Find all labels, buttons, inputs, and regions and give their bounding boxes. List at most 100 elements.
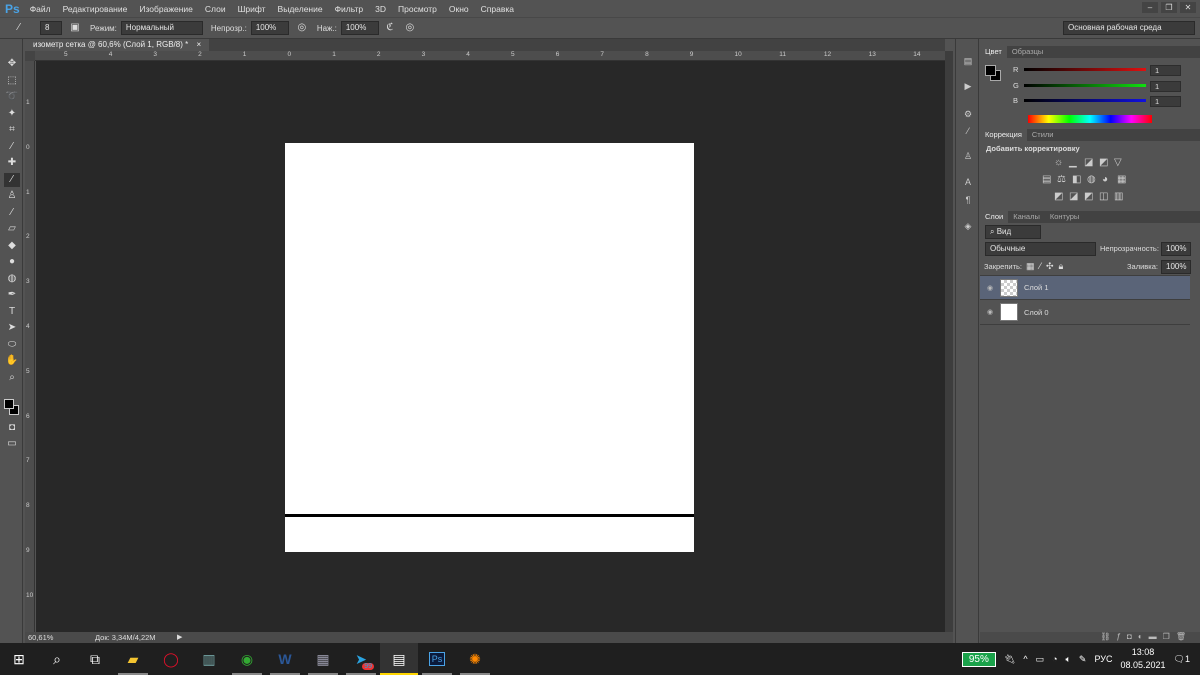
- color-balance-adjustment-icon[interactable]: ⚖: [1057, 174, 1066, 185]
- posterize-adjustment-icon[interactable]: ◪: [1069, 191, 1078, 202]
- crop-tool-icon[interactable]: ⌗: [4, 123, 20, 137]
- stamp-tool-icon[interactable]: ♙: [4, 189, 20, 203]
- telegram-icon[interactable]: ➤ 99: [342, 643, 380, 675]
- clone-source-icon[interactable]: ♙: [961, 151, 975, 163]
- layer-row[interactable]: ◉ Слой 0: [980, 301, 1190, 325]
- color-lookup-adjustment-icon[interactable]: ▦: [1117, 174, 1126, 185]
- channel-slider[interactable]: [1024, 83, 1146, 87]
- tab-styles[interactable]: Стили: [1027, 129, 1059, 141]
- brush-panel-icon[interactable]: ▣: [68, 21, 82, 35]
- menu-item[interactable]: Файл: [30, 4, 51, 14]
- hand-tool-icon[interactable]: ✋: [4, 354, 20, 368]
- layer-opacity-input[interactable]: 100%: [1161, 242, 1191, 256]
- document-canvas[interactable]: [285, 143, 694, 552]
- visibility-eye-icon[interactable]: ◉: [980, 284, 1000, 292]
- lasso-tool-icon[interactable]: ➰: [4, 90, 20, 104]
- flow-input[interactable]: 100%: [340, 21, 379, 35]
- hue-sat-adjustment-icon[interactable]: ▤: [1042, 174, 1051, 185]
- brush-size-picker[interactable]: 8: [40, 21, 62, 35]
- menu-item[interactable]: Окно: [449, 4, 469, 14]
- curves-adjustment-icon[interactable]: ◪: [1084, 157, 1093, 168]
- pressure-opacity-icon[interactable]: ◎: [295, 21, 309, 35]
- foreground-color[interactable]: [4, 399, 14, 409]
- lock-icons[interactable]: ▦⁄✣🔒︎: [1026, 261, 1068, 272]
- status-menu-arrow-icon[interactable]: ▶: [177, 632, 182, 643]
- vibrance-adjustment-icon[interactable]: ▽: [1114, 157, 1122, 168]
- healing-tool-icon[interactable]: ✚: [4, 156, 20, 170]
- app-calendar-icon[interactable]: ▤: [380, 643, 418, 675]
- magic-wand-tool-icon[interactable]: ✦: [4, 107, 20, 121]
- wifi-icon[interactable]: ◔: [1052, 654, 1057, 664]
- path-select-tool-icon[interactable]: ➤: [4, 321, 20, 335]
- zoom-level[interactable]: 60,61%: [28, 632, 53, 643]
- gradient-map-adjustment-icon[interactable]: ▥: [1114, 191, 1123, 202]
- calculator-icon[interactable]: ▦: [304, 643, 342, 675]
- paragraph-icon[interactable]: ¶: [961, 195, 975, 207]
- battery-indicator[interactable]: 95%: [961, 651, 996, 667]
- eraser-tool-icon[interactable]: ▱: [4, 222, 20, 236]
- horizontal-ruler[interactable]: 5 4 3 2 1 0 1 2 3 4 5 6 7 8 9 10 11 12 13 14: [35, 51, 945, 61]
- pressure-size-icon[interactable]: ◎: [403, 21, 417, 35]
- language-indicator[interactable]: РУС: [1094, 654, 1112, 664]
- menu-item[interactable]: 3D: [375, 4, 386, 14]
- tab-channels[interactable]: Каналы: [1008, 211, 1045, 223]
- levels-adjustment-icon[interactable]: ▁: [1069, 157, 1077, 168]
- brush-presets-icon[interactable]: ⁄: [961, 126, 975, 138]
- eyedropper-tool-icon[interactable]: ⁄: [4, 140, 20, 154]
- quick-mask-icon[interactable]: ◘: [4, 421, 20, 435]
- photoshop-taskbar-icon[interactable]: Ps: [418, 643, 456, 675]
- menu-item[interactable]: Просмотр: [398, 4, 437, 14]
- opacity-input[interactable]: 100%: [250, 21, 289, 35]
- restore-button[interactable]: ❐: [1161, 2, 1177, 13]
- minimize-button[interactable]: –: [1142, 2, 1158, 13]
- notifications-icon[interactable]: 🗨︎1: [1174, 654, 1190, 665]
- photo-filter-adjustment-icon[interactable]: ◍: [1087, 174, 1096, 185]
- menu-item[interactable]: Редактирование: [63, 4, 128, 14]
- tab-color[interactable]: Цвет: [980, 46, 1007, 58]
- airbrush-icon[interactable]: ℭ: [383, 21, 397, 35]
- workspace-select[interactable]: Основная рабочая среда: [1063, 21, 1195, 35]
- visibility-eye-icon[interactable]: ◉: [980, 308, 1000, 316]
- opera-icon[interactable]: ◯: [152, 643, 190, 675]
- history-brush-tool-icon[interactable]: ⁄: [4, 206, 20, 220]
- word-icon[interactable]: W: [266, 643, 304, 675]
- move-tool-icon[interactable]: ✥: [4, 57, 20, 71]
- pen-icon[interactable]: ✎: [1079, 654, 1087, 665]
- close-tab-button[interactable]: ×: [196, 40, 201, 49]
- channel-value[interactable]: 1: [1150, 65, 1181, 76]
- channel-slider[interactable]: [1024, 68, 1146, 71]
- history-icon[interactable]: ▤: [961, 56, 975, 68]
- bucket-tool-icon[interactable]: ◆: [4, 239, 20, 253]
- channel-mixer-adjustment-icon[interactable]: ◕: [1102, 174, 1108, 185]
- clock[interactable]: 13:08 08.05.2021: [1121, 646, 1166, 672]
- layer-row[interactable]: ◉ Слой 1: [980, 276, 1190, 300]
- foreground-color-swatch[interactable]: [985, 65, 996, 76]
- close-button[interactable]: ✕: [1180, 2, 1196, 13]
- channel-value[interactable]: 1: [1150, 96, 1181, 107]
- vertical-ruler[interactable]: 1 0 1 2 3 4 5 6 7 8 9 10: [25, 51, 35, 632]
- type-tool-icon[interactable]: T: [4, 305, 20, 319]
- menu-item[interactable]: Шрифт: [238, 4, 266, 14]
- ruler-origin[interactable]: [25, 51, 35, 61]
- vertical-scrollbar[interactable]: [945, 51, 953, 632]
- marquee-tool-icon[interactable]: ⬚: [4, 74, 20, 88]
- properties-icon[interactable]: ⚙: [961, 109, 975, 121]
- brush-tool-icon[interactable]: ⁄: [12, 21, 26, 35]
- color-spectrum[interactable]: [1028, 115, 1152, 123]
- menu-item[interactable]: Фильтр: [335, 4, 364, 14]
- tab-swatches[interactable]: Образцы: [1007, 46, 1049, 58]
- brightness-adjustment-icon[interactable]: ☼: [1054, 157, 1063, 168]
- black-white-adjustment-icon[interactable]: ◧: [1072, 174, 1081, 185]
- blur-tool-icon[interactable]: ●: [4, 255, 20, 269]
- mode-select[interactable]: Нормальный: [120, 21, 203, 35]
- start-button[interactable]: ⊞: [0, 643, 38, 675]
- channel-slider[interactable]: [1024, 99, 1146, 102]
- actions-icon[interactable]: ▶: [961, 81, 975, 93]
- menu-item[interactable]: Справка: [481, 4, 514, 14]
- pen-tool-icon[interactable]: ✒: [4, 288, 20, 302]
- tab-adjustments[interactable]: Коррекция: [980, 129, 1027, 141]
- tab-layers[interactable]: Слои: [980, 211, 1009, 223]
- file-explorer-icon[interactable]: ▰: [114, 643, 152, 675]
- app-building-icon[interactable]: ▥: [190, 643, 228, 675]
- menu-item[interactable]: Выделение: [278, 4, 323, 14]
